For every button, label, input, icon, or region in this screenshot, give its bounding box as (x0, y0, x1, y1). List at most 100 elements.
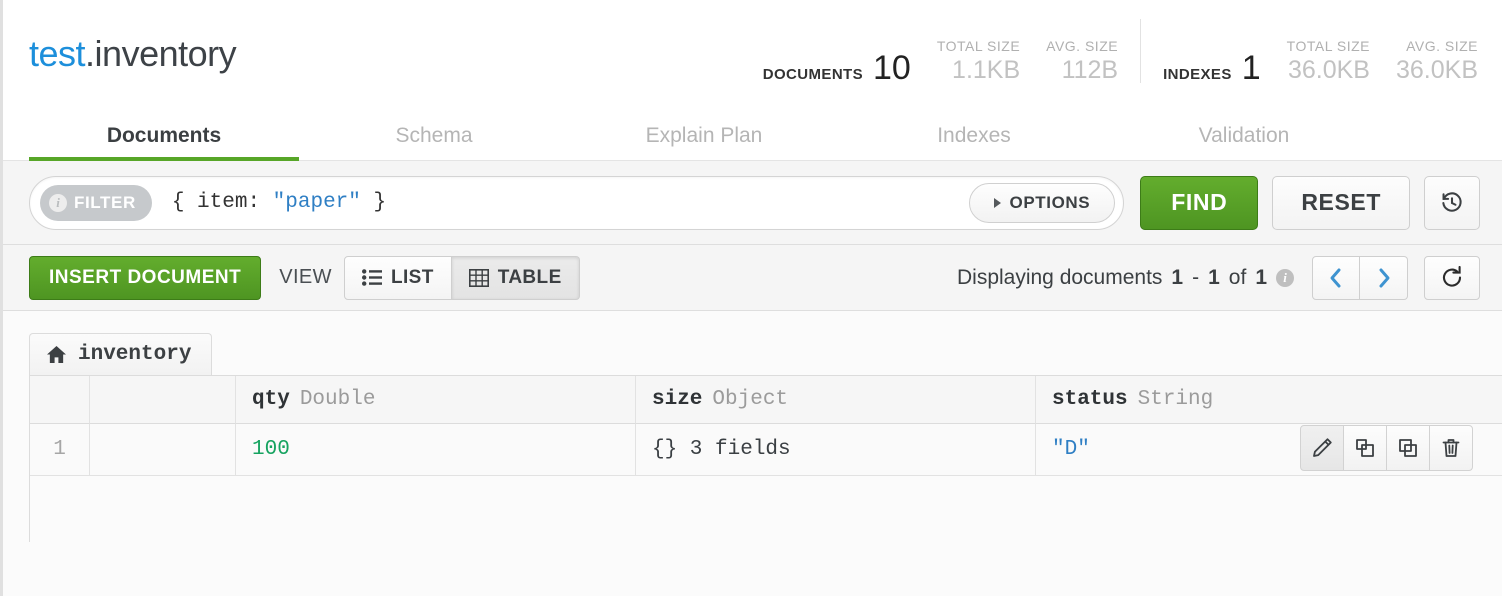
documents-avg-size: AVG. SIZE 112B (1046, 38, 1118, 84)
copy-icon (1396, 436, 1420, 460)
column-header-size-name: size (652, 388, 702, 411)
cell-qty-value: 100 (252, 438, 290, 461)
cell-qty[interactable]: 100 (236, 424, 636, 476)
column-header-qty[interactable]: qty Double (236, 376, 636, 424)
column-header-rownum (30, 376, 90, 424)
history-clock-icon (1439, 190, 1465, 216)
collection-name: inventory (95, 33, 237, 74)
documents-avg-size-value: 112B (1046, 56, 1118, 85)
find-button[interactable]: FIND (1140, 176, 1258, 230)
displaying-prefix: Displaying documents (957, 266, 1162, 290)
refresh-documents-button[interactable] (1424, 256, 1480, 300)
cell-status-value: "D" (1052, 438, 1090, 461)
view-mode-table-label: TABLE (498, 267, 562, 289)
refresh-icon (1440, 266, 1464, 290)
breadcrumb[interactable]: inventory (29, 333, 212, 375)
indexes-label: INDEXES (1163, 66, 1232, 83)
tab-validation[interactable]: Validation (1109, 124, 1379, 160)
tab-schema[interactable]: Schema (299, 124, 569, 160)
column-header-blank (90, 376, 236, 424)
documents-stat-group: DOCUMENTS 10 TOTAL SIZE 1.1KB AVG. SIZE … (763, 38, 1118, 84)
indexes-avg-size-label: AVG. SIZE (1396, 38, 1478, 56)
view-label: VIEW (279, 266, 332, 289)
column-header-qty-type: Double (300, 388, 376, 411)
documents-label: DOCUMENTS (763, 66, 863, 83)
indexes-total-size-label: TOTAL SIZE (1287, 38, 1370, 56)
delete-document-button[interactable] (1429, 425, 1473, 471)
indexes-total-size-value: 36.0KB (1287, 56, 1370, 85)
reset-button[interactable]: RESET (1272, 176, 1410, 230)
breadcrumb-label: inventory (78, 343, 191, 366)
info-icon[interactable]: i (1276, 269, 1294, 287)
filter-badge[interactable]: i FILTER (40, 185, 152, 221)
column-header-size[interactable]: size Object (636, 376, 1036, 424)
column-header-qty-name: qty (252, 388, 290, 411)
filter-input[interactable]: { item: "paper" } (172, 191, 969, 214)
stats-divider (1140, 19, 1141, 83)
table-header-row: qty Double size Object status String (30, 376, 1502, 424)
filter-query-prefix: { item: (172, 191, 273, 214)
pencil-edit-icon (1310, 436, 1334, 460)
view-mode-toggle: LIST TABLE (344, 256, 580, 300)
documents-range-status: Displaying documents 1 - 1 of 1 i (957, 266, 1294, 290)
collection-header: test.inventory DOCUMENTS 10 TOTAL SIZE 1… (3, 0, 1502, 107)
previous-page-button[interactable] (1312, 256, 1360, 300)
documents-toolbar: INSERT DOCUMENT VIEW LIST (3, 245, 1502, 311)
column-header-status-name: status (1052, 388, 1128, 411)
database-name[interactable]: test (29, 33, 85, 74)
indexes-value: 1 (1242, 51, 1261, 85)
of-word: of (1229, 266, 1247, 290)
documents-grid: qty Double size Object status String 1 1… (29, 375, 1502, 542)
view-mode-list-button[interactable]: LIST (344, 256, 452, 300)
indexes-stat-group: INDEXES 1 TOTAL SIZE 36.0KB AVG. SIZE 36… (1163, 38, 1478, 84)
options-toggle-button[interactable]: OPTIONS (969, 183, 1116, 223)
tab-explain-plan[interactable]: Explain Plan (569, 124, 839, 160)
query-bar: i FILTER { item: "paper" } OPTIONS FIND … (3, 161, 1502, 245)
table-grid-icon (469, 269, 489, 287)
list-icon (362, 269, 382, 286)
copy-document-button[interactable] (1386, 425, 1430, 471)
clone-document-button[interactable] (1343, 425, 1387, 471)
documents-total-size-label: TOTAL SIZE (937, 38, 1020, 56)
query-history-button[interactable] (1424, 176, 1480, 230)
indexes-avg-size: AVG. SIZE 36.0KB (1396, 38, 1478, 84)
cell-size[interactable]: {} 3 fields (636, 424, 1036, 476)
clone-document-icon (1353, 436, 1377, 460)
cell-size-value: {} 3 fields (652, 438, 791, 461)
view-mode-list-label: LIST (391, 267, 434, 289)
documents-value: 10 (873, 51, 911, 85)
filter-input-shell: i FILTER { item: "paper" } OPTIONS (29, 176, 1124, 230)
collection-stats: DOCUMENTS 10 TOTAL SIZE 1.1KB AVG. SIZE … (763, 19, 1478, 89)
column-header-size-type: Object (712, 388, 788, 411)
documents-count: DOCUMENTS 10 (763, 51, 911, 85)
home-icon (46, 345, 67, 364)
table-row[interactable]: 1 100 {} 3 fields "D" (30, 424, 1502, 476)
view-mode-table-button[interactable]: TABLE (452, 256, 580, 300)
tab-documents[interactable]: Documents (29, 124, 299, 160)
filter-query-suffix: } (361, 191, 386, 214)
collection-tabs: Documents Schema Explain Plan Indexes Va… (3, 107, 1502, 161)
compass-collection-view: test.inventory DOCUMENTS 10 TOTAL SIZE 1… (0, 0, 1502, 596)
range-total: 1 (1255, 266, 1267, 290)
caret-right-icon (994, 198, 1001, 208)
column-header-status[interactable]: status String (1036, 376, 1502, 424)
next-page-button[interactable] (1360, 256, 1408, 300)
chevron-left-icon (1328, 267, 1344, 289)
filter-query-string: "paper" (273, 191, 361, 214)
insert-document-button[interactable]: INSERT DOCUMENT (29, 256, 261, 300)
grid-empty-space (30, 476, 1502, 542)
namespace-title: test.inventory (29, 33, 236, 75)
range-dash: - (1192, 266, 1199, 290)
documents-table-area: inventory qty Double size Object status … (3, 311, 1502, 572)
range-start: 1 (1171, 266, 1183, 290)
edit-document-button[interactable] (1300, 425, 1344, 471)
info-icon: i (49, 194, 67, 212)
pagination-controls (1312, 256, 1408, 300)
indexes-total-size: TOTAL SIZE 36.0KB (1287, 38, 1370, 84)
column-header-status-type: String (1138, 388, 1214, 411)
row-action-buttons (1300, 425, 1473, 471)
cell-blank[interactable] (90, 424, 236, 476)
tab-indexes[interactable]: Indexes (839, 124, 1109, 160)
range-end: 1 (1208, 266, 1220, 290)
filter-badge-label: FILTER (74, 193, 136, 213)
